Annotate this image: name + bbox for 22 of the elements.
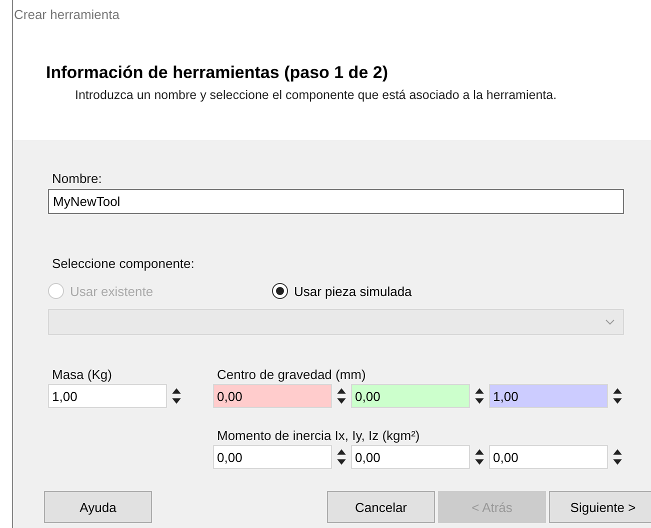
page-heading: Información de herramientas (paso 1 de 2) [46, 63, 389, 83]
field-label: Momento de inercia Ix, Iy, Iz (kgm²) [217, 428, 420, 443]
radio-label[interactable]: Usar pieza simulada [294, 284, 412, 298]
window-title: Crear herramienta [14, 7, 120, 24]
section-label: Seleccione componente: [52, 256, 194, 271]
radio-button[interactable] [272, 283, 288, 299]
chevron-down-icon [605, 319, 615, 325]
field-label: Masa (Kg) [52, 367, 112, 382]
dialog-button[interactable]: Cancelar [327, 491, 435, 523]
number-field[interactable]: 0,00 [213, 445, 332, 469]
number-field[interactable]: 1,00 [48, 384, 167, 408]
dialog-button[interactable]: Ayuda [44, 491, 152, 523]
dialog-button[interactable]: Siguiente > [549, 491, 651, 523]
number-field[interactable]: 0,00 [213, 384, 332, 408]
number-field[interactable]: 0,00 [351, 445, 470, 469]
field-label: Centro de gravedad (mm) [217, 367, 366, 382]
number-field[interactable]: 1,00 [489, 384, 608, 408]
field-label: Nombre: [52, 171, 102, 186]
name-field[interactable]: MyNewTool [48, 189, 624, 214]
number-field[interactable]: 0,00 [351, 384, 470, 408]
number-field[interactable]: 0,00 [489, 445, 608, 469]
page-description: Introduzca un nombre y seleccione el componente que está asociado a la herramienta. [75, 87, 558, 103]
